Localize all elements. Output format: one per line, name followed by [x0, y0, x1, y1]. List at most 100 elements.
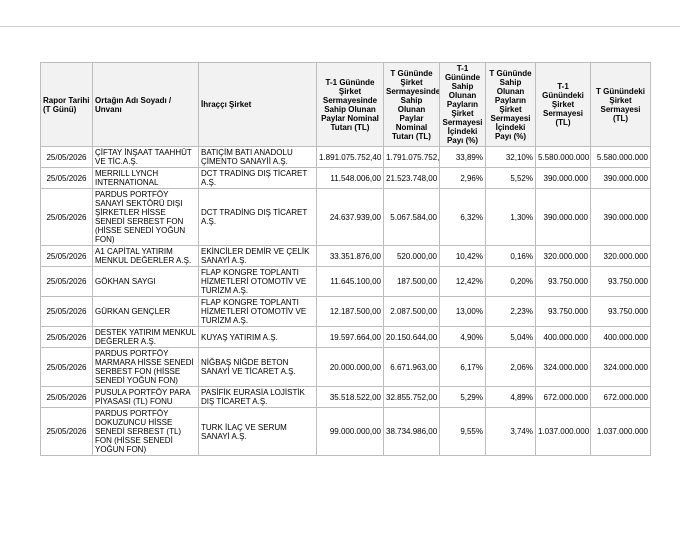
cell-capital-prev: 324.000.000	[535, 347, 591, 387]
col-header-share-pct-prev: T-1 Gününde Sahip Olunan Payların Şirket…	[439, 62, 486, 147]
cell-nominal-curr: 20.150.644,00	[383, 326, 440, 348]
cell-nominal-prev: 11.645.100,00	[316, 266, 384, 297]
cell-issuer-company: FLAP KONGRE TOPLANTI HİZMETLERİ OTOMOTİV…	[198, 266, 317, 297]
cell-nominal-prev: 11.548.006,00	[316, 167, 384, 189]
cell-share-pct-curr: 0,16%	[485, 245, 536, 267]
cell-issuer-company: EKİNCİLER DEMİR VE ÇELİK SANAYİ A.Ş.	[198, 245, 317, 267]
cell-share-pct-prev: 13,00%	[439, 296, 486, 327]
cell-issuer-company: DCT TRADİNG DIŞ TİCARET A.Ş.	[198, 188, 317, 246]
cell-capital-prev: 1.037.000.000	[535, 407, 591, 456]
cell-report-date: 25/05/2026	[40, 188, 93, 246]
cell-nominal-prev: 12.187.500,00	[316, 296, 384, 327]
cell-issuer-company: PASİFİK EURASİA LOJİSTİK DIŞ TİCARET A.Ş…	[198, 386, 317, 408]
cell-nominal-curr: 1.791.075.752,4	[383, 146, 440, 168]
cell-capital-prev: 400.000.000	[535, 326, 591, 348]
cell-capital-curr: 324.000.000	[590, 347, 651, 387]
table-header-row: Rapor Tarihi (T Günü) Ortağın Adı Soyadı…	[40, 62, 651, 147]
cell-capital-prev: 93.750.000	[535, 266, 591, 297]
cell-nominal-curr: 2.087.500,00	[383, 296, 440, 327]
cell-report-date: 25/05/2026	[40, 167, 93, 189]
cell-nominal-prev: 24.637.939,00	[316, 188, 384, 246]
col-header-share-pct-curr: T Gününde Sahip Olunan Payların Şirket S…	[485, 62, 536, 147]
col-header-capital-prev: T-1 Günündeki Şirket Sermayesi (TL)	[535, 62, 591, 147]
table-row: 25/05/2026 PARDUS PORTFÖY SANAYİ SEKTÖRÜ …	[40, 188, 651, 246]
cell-nominal-curr: 32.855.752,00	[383, 386, 440, 408]
cell-share-pct-prev: 5,29%	[439, 386, 486, 408]
cell-capital-curr: 5.580.000.000	[590, 146, 651, 168]
cell-share-pct-curr: 32,10%	[485, 146, 536, 168]
col-header-nominal-prev: T-1 Gününde Şirket Sermayesinde Sahip Ol…	[316, 62, 384, 147]
cell-capital-curr: 390.000.000	[590, 188, 651, 246]
cell-issuer-company: FLAP KONGRE TOPLANTI HİZMETLERİ OTOMOTİV…	[198, 296, 317, 327]
table-row: 25/05/2026 ÇİFTAY İNŞAAT TAAHHÜT VE TİC.A…	[40, 146, 651, 168]
cell-nominal-curr: 38.734.986,00	[383, 407, 440, 456]
col-header-issuer-company: İhraççı Şirket	[198, 62, 317, 147]
cell-issuer-company: DCT TRADİNG DIŞ TİCARET A.Ş.	[198, 167, 317, 189]
cell-holder-name: GÖKHAN SAYGI	[92, 266, 199, 297]
cell-capital-prev: 320.000.000	[535, 245, 591, 267]
cell-capital-prev: 672.000.000	[535, 386, 591, 408]
cell-nominal-curr: 6.671.963,00	[383, 347, 440, 387]
table-row: 25/05/2026 DESTEK YATIRIM MENKUL DEĞERLER…	[40, 326, 651, 348]
cell-capital-curr: 672.000.000	[590, 386, 651, 408]
cell-share-pct-curr: 2,06%	[485, 347, 536, 387]
col-header-capital-curr: T Günündeki Şirket Sermayesi (TL)	[590, 62, 651, 147]
cell-nominal-prev: 1.891.075.752,40	[316, 146, 384, 168]
col-header-nominal-curr: T Gününde Şirket Sermayesinde Sahip Olun…	[383, 62, 440, 147]
cell-nominal-curr: 187.500,00	[383, 266, 440, 297]
cell-report-date: 25/05/2026	[40, 347, 93, 387]
cell-capital-prev: 390.000.000	[535, 188, 591, 246]
cell-nominal-prev: 99.000.000,00	[316, 407, 384, 456]
cell-share-pct-curr: 4,89%	[485, 386, 536, 408]
cell-capital-prev: 93.750.000	[535, 296, 591, 327]
cell-nominal-prev: 35.518.522,00	[316, 386, 384, 408]
table-row: 25/05/2026 GÜRKAN GENÇLER FLAP KONGRE TOPL…	[40, 296, 651, 327]
cell-report-date: 25/05/2026	[40, 407, 93, 456]
cell-holder-name: ÇİFTAY İNŞAAT TAAHHÜT VE TİC.A.Ş.	[92, 146, 199, 168]
cell-report-date: 25/05/2026	[40, 296, 93, 327]
cell-share-pct-prev: 12,42%	[439, 266, 486, 297]
cell-holder-name: PARDUS PORTFÖY DOKUZUNCU HİSSE SENEDİ SE…	[92, 407, 199, 456]
cell-issuer-company: BATIÇİM BATI ANADOLU ÇİMENTO SANAYİİ A.Ş…	[198, 146, 317, 168]
page-top-rule	[0, 26, 680, 27]
cell-share-pct-curr: 5,52%	[485, 167, 536, 189]
cell-share-pct-curr: 1,30%	[485, 188, 536, 246]
cell-capital-curr: 320.000.000	[590, 245, 651, 267]
cell-capital-curr: 93.750.000	[590, 266, 651, 297]
cell-holder-name: A1 CAPİTAL YATIRIM MENKUL DEĞERLER A.Ş.	[92, 245, 199, 267]
cell-nominal-prev: 19.597.664,00	[316, 326, 384, 348]
cell-capital-curr: 390.000.000	[590, 167, 651, 189]
cell-report-date: 25/05/2026	[40, 386, 93, 408]
cell-holder-name: DESTEK YATIRIM MENKUL DEĞERLER A.Ş.	[92, 326, 199, 348]
cell-holder-name: GÜRKAN GENÇLER	[92, 296, 199, 327]
cell-report-date: 25/05/2026	[40, 146, 93, 168]
cell-report-date: 25/05/2026	[40, 266, 93, 297]
cell-share-pct-curr: 3,74%	[485, 407, 536, 456]
cell-report-date: 25/05/2026	[40, 245, 93, 267]
cell-share-pct-curr: 0,20%	[485, 266, 536, 297]
cell-capital-curr: 93.750.000	[590, 296, 651, 327]
cell-report-date: 25/05/2026	[40, 326, 93, 348]
cell-holder-name: MERRILL LYNCH INTERNATIONAL	[92, 167, 199, 189]
table-row: 25/05/2026 PUSULA PORTFÖY PARA PİYASASI (…	[40, 386, 651, 408]
cell-holder-name: PARDUS PORTFÖY MARMARA HİSSE SENEDİ SERB…	[92, 347, 199, 387]
cell-nominal-curr: 520.000,00	[383, 245, 440, 267]
table-row: 25/05/2026 PARDUS PORTFÖY MARMARA HİSSE S…	[40, 347, 651, 387]
cell-share-pct-prev: 6,32%	[439, 188, 486, 246]
cell-issuer-company: NİĞBAŞ NİĞDE BETON SANAYİ VE TİCARET A.Ş…	[198, 347, 317, 387]
cell-nominal-curr: 21.523.748,00	[383, 167, 440, 189]
cell-share-pct-prev: 4,90%	[439, 326, 486, 348]
cell-nominal-prev: 33.351.876,00	[316, 245, 384, 267]
cell-share-pct-curr: 2,23%	[485, 296, 536, 327]
table-body: 25/05/2026 ÇİFTAY İNŞAAT TAAHHÜT VE TİC.A…	[40, 146, 651, 456]
cell-holder-name: PUSULA PORTFÖY PARA PİYASASI (TL) FONU	[92, 386, 199, 408]
cell-share-pct-prev: 6,17%	[439, 347, 486, 387]
cell-holder-name: PARDUS PORTFÖY SANAYİ SEKTÖRÜ DIŞI ŞİRKE…	[92, 188, 199, 246]
cell-capital-prev: 390.000.000	[535, 167, 591, 189]
cell-capital-curr: 400.000.000	[590, 326, 651, 348]
cell-share-pct-prev: 33,89%	[439, 146, 486, 168]
cell-issuer-company: TURK İLAÇ VE SERUM SANAYİ A.Ş.	[198, 407, 317, 456]
cell-nominal-prev: 20.000.000,00	[316, 347, 384, 387]
cell-capital-prev: 5.580.000.000	[535, 146, 591, 168]
cell-share-pct-prev: 9,55%	[439, 407, 486, 456]
